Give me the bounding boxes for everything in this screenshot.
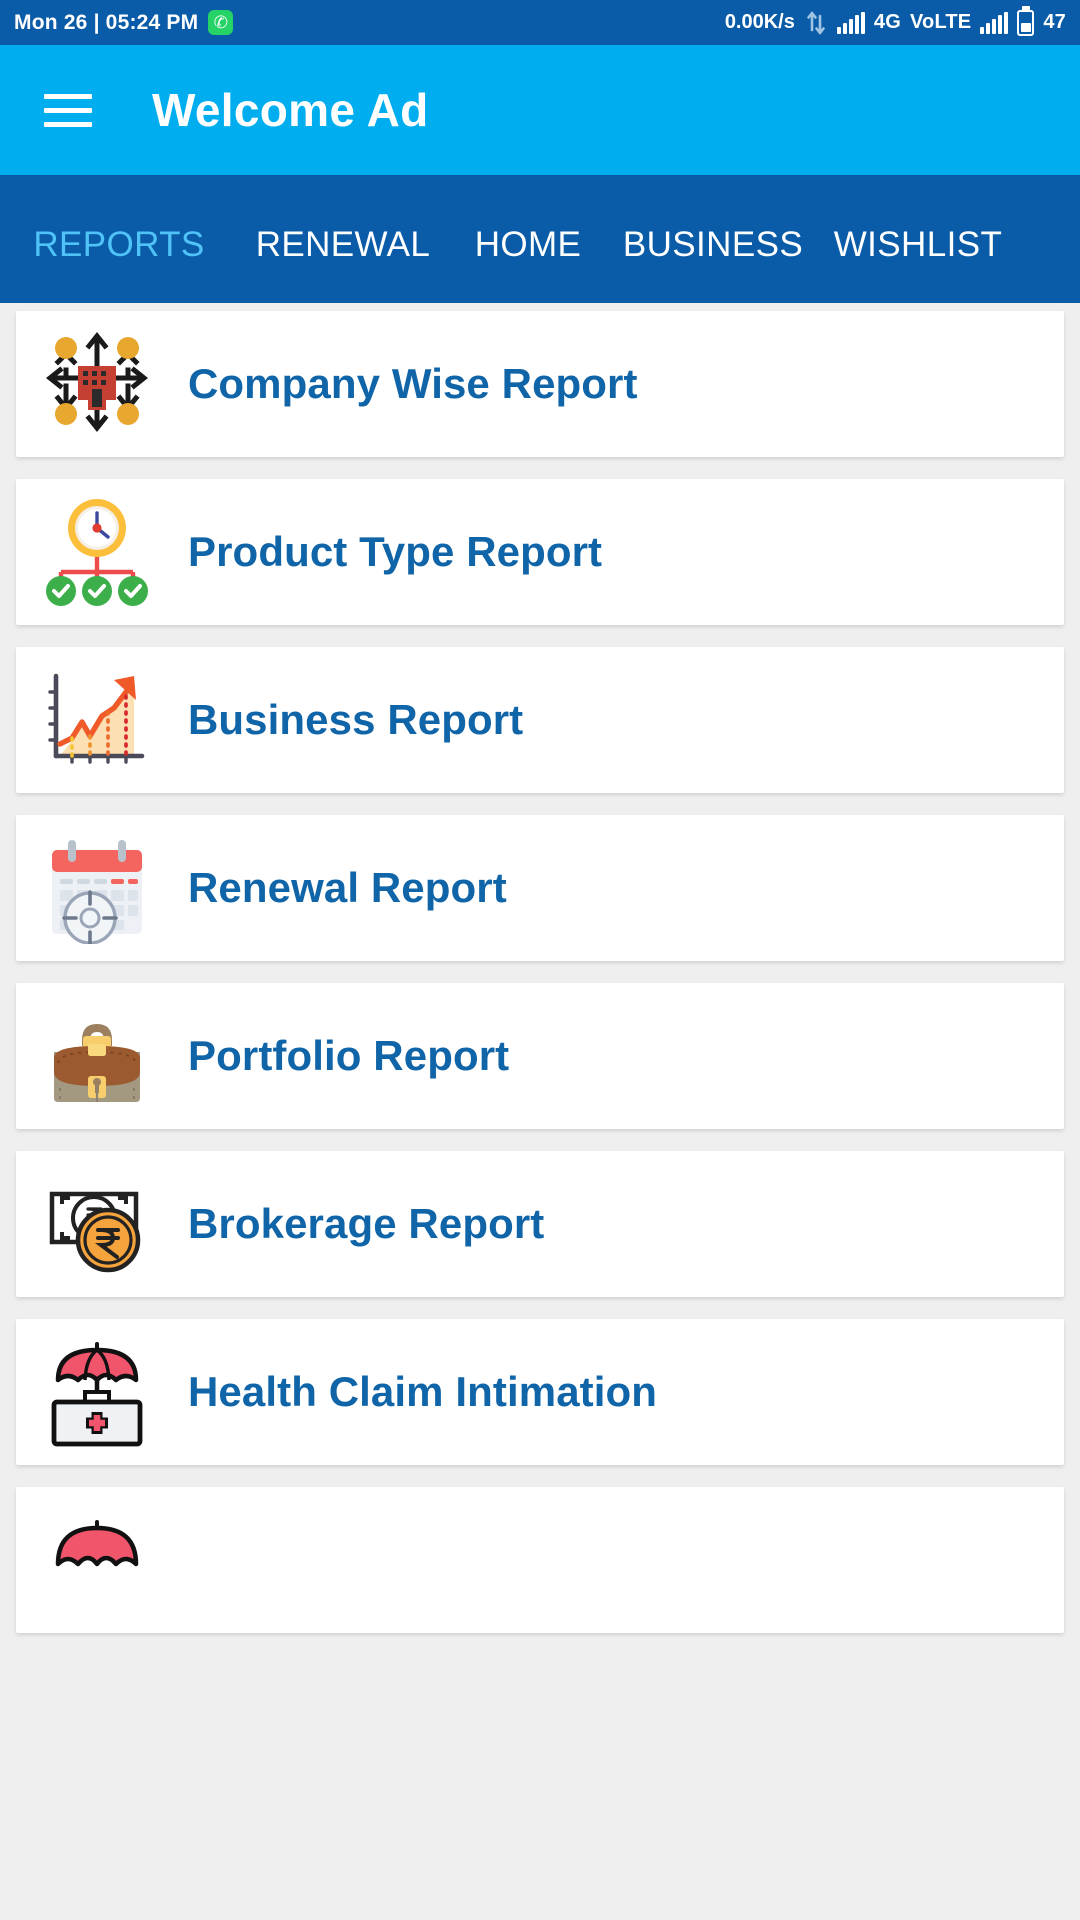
status-clock: Mon 26 | 05:24 PM: [14, 10, 199, 34]
umbrella-icon: [30, 1500, 164, 1620]
report-card-label: Brokerage Report: [188, 1200, 545, 1247]
signal-bars-icon-2: [980, 11, 1009, 34]
report-card-label: Health Claim Intimation: [188, 1368, 658, 1415]
clock-checklist-icon: [30, 492, 164, 612]
org-chart-building-icon: [30, 324, 164, 444]
report-card-label: Business Report: [188, 696, 524, 743]
sync-arrows-icon: [807, 11, 825, 34]
report-card-label: Renewal Report: [188, 864, 507, 911]
report-card-label: Company Wise Report: [188, 360, 638, 407]
network-speed: 0.00K/s: [724, 11, 795, 33]
status-bar: Mon 26 | 05:24 PM ✆ 0.00K/s 4G VoLTE 47: [0, 0, 1080, 45]
umbrella-medical-kit-icon: [30, 1332, 164, 1452]
tab-home[interactable]: HOME: [448, 225, 608, 303]
growth-line-chart-icon: [30, 660, 164, 780]
report-card[interactable]: Health Claim Intimation: [16, 1319, 1064, 1465]
report-card[interactable]: Brokerage Report: [16, 1151, 1064, 1297]
battery-level: 47: [1043, 11, 1066, 33]
calendar-clock-icon: [30, 828, 164, 948]
status-bar-right: 0.00K/s 4G VoLTE 47: [724, 9, 1066, 36]
briefcase-icon: [30, 996, 164, 1116]
tab-renewal[interactable]: RENEWAL: [238, 225, 448, 303]
volte-label: VoLTE: [909, 11, 972, 33]
rupee-money-icon: [30, 1164, 164, 1284]
tab-wishlist[interactable]: WISHLIST: [818, 225, 1018, 303]
app-bar: Welcome Ad: [0, 45, 1080, 175]
reports-list[interactable]: Company Wise Report Product Type Report …: [0, 303, 1080, 1920]
report-card-label: Product Type Report: [188, 528, 603, 575]
hamburger-menu-icon[interactable]: [44, 93, 92, 127]
report-card[interactable]: Business Report: [16, 647, 1064, 793]
battery-icon: [1017, 9, 1035, 36]
page-title: Welcome Ad: [152, 84, 429, 136]
report-card[interactable]: Product Type Report: [16, 479, 1064, 625]
report-card[interactable]: Portfolio Report: [16, 983, 1064, 1129]
tab-bar[interactable]: REPORTS RENEWAL HOME BUSINESS WISHLIST: [0, 175, 1080, 303]
report-card-label: Portfolio Report: [188, 1032, 510, 1079]
report-card[interactable]: [16, 1487, 1064, 1633]
whatsapp-icon: ✆: [208, 10, 234, 35]
tab-business[interactable]: BUSINESS: [608, 225, 818, 303]
report-card[interactable]: Renewal Report: [16, 815, 1064, 961]
signal-bars-icon: [836, 11, 865, 34]
status-bar-left: Mon 26 | 05:24 PM ✆: [14, 10, 234, 35]
report-card[interactable]: Company Wise Report: [16, 311, 1064, 457]
network-type: 4G: [873, 11, 901, 33]
tab-reports[interactable]: REPORTS: [0, 225, 238, 303]
